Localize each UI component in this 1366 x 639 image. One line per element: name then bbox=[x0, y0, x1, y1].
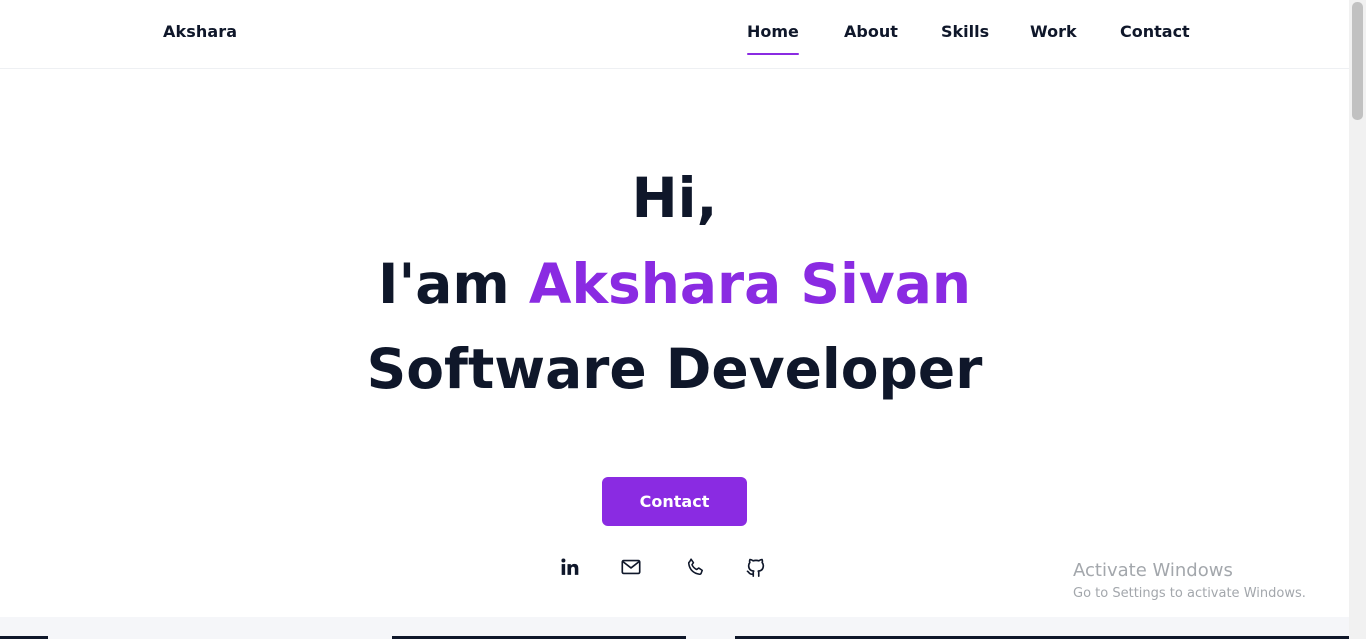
nav-work[interactable]: Work bbox=[1030, 22, 1077, 41]
hero-name: Akshara Sivan bbox=[528, 252, 971, 316]
mail-icon[interactable] bbox=[618, 554, 644, 580]
next-section-edge bbox=[0, 617, 1349, 639]
nav-contact[interactable]: Contact bbox=[1120, 22, 1190, 41]
hero-greeting: Hi, bbox=[631, 166, 718, 230]
hero-role: Software Developer bbox=[366, 337, 983, 401]
phone-icon[interactable] bbox=[683, 554, 709, 580]
linkedin-icon[interactable] bbox=[557, 554, 583, 580]
brand-logo-link[interactable]: Akshara bbox=[163, 22, 237, 41]
github-icon[interactable] bbox=[743, 554, 769, 580]
contact-button[interactable]: Contact bbox=[602, 477, 747, 526]
nav-skills[interactable]: Skills bbox=[941, 22, 989, 41]
site-header: Akshara Home About Skills Work Contact bbox=[0, 0, 1349, 69]
scrollbar-thumb[interactable] bbox=[1352, 2, 1363, 120]
hero-intro-prefix: I'am bbox=[378, 252, 529, 316]
page: Akshara Home About Skills Work Contact H… bbox=[0, 0, 1349, 639]
nav-about[interactable]: About bbox=[844, 22, 898, 41]
page-scrollbar[interactable] bbox=[1349, 0, 1366, 639]
hero-intro: I'am Akshara Sivan bbox=[0, 250, 1349, 318]
nav-home[interactable]: Home bbox=[747, 22, 799, 55]
